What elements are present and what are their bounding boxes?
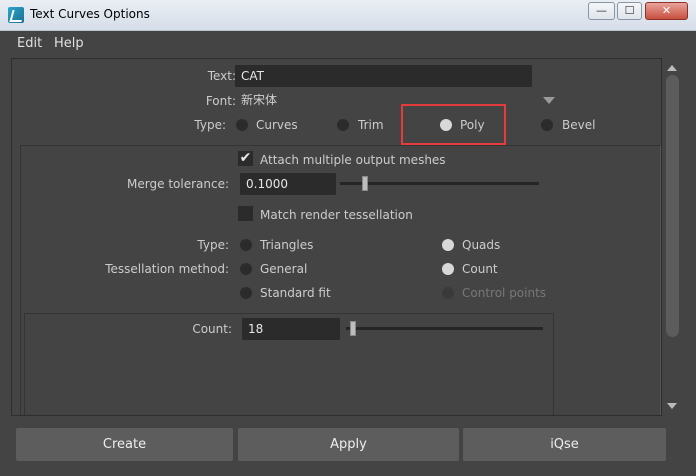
close-button[interactable]: iQse [463,428,666,461]
menu-edit[interactable]: Edit [17,36,42,51]
radio-trim-label: Trim [358,118,384,132]
attach-checkbox[interactable]: ✔ [238,151,253,166]
menu-help[interactable]: Help [54,36,84,51]
minimize-button[interactable]: — [588,2,615,20]
merge-tolerance-input[interactable]: 0.1000 [240,173,336,195]
radio-triangles[interactable] [240,239,252,251]
radio-general[interactable] [240,263,252,275]
radio-trim[interactable] [337,119,349,131]
window-title: Text Curves Options [30,7,150,21]
maximize-icon: ☐ [624,4,635,17]
title-bar: Text Curves Options — ☐ ✕ [0,0,696,31]
attach-label: Attach multiple output meshes [260,153,446,167]
menu-bar: Edit Help [0,31,696,55]
poly-type-label: Type: [197,238,229,252]
radio-standard-fit-label: Standard fit [260,286,331,300]
scroll-up-icon[interactable] [667,65,677,71]
options-panel: Text: CAT Font: 新宋体 Type: Curves Trim Po… [11,58,662,416]
count-label: Count: [192,322,232,336]
poly-highlight-box [401,104,506,145]
radio-standard-fit[interactable] [240,287,252,299]
scrollbar[interactable] [662,58,684,416]
create-button[interactable]: Create [16,428,233,461]
checkmark-icon: ✔ [239,150,252,166]
chevron-down-icon[interactable] [543,97,555,104]
radio-control-points-label: Control points [462,286,547,300]
radio-count-label: Count [462,262,498,276]
radio-triangles-label: Triangles [260,238,314,252]
scrollbar-thumb[interactable] [666,75,679,337]
close-icon: ✕ [661,4,672,17]
radio-control-points [442,287,454,299]
match-render-checkbox[interactable] [238,206,253,221]
text-input[interactable]: CAT [235,65,532,87]
close-window-button[interactable]: ✕ [645,2,688,20]
match-render-label: Match render tessellation [260,208,413,222]
count-slider-handle[interactable] [349,321,356,336]
maximize-button[interactable]: ☐ [617,2,642,20]
count-input[interactable]: 18 [242,318,340,340]
radio-quads-label: Quads [462,238,501,252]
merge-tolerance-slider-handle[interactable] [361,176,368,191]
count-slider[interactable] [346,327,543,330]
radio-bevel-label: Bevel [562,118,596,132]
merge-tolerance-label: Merge tolerance: [127,177,229,191]
radio-bevel[interactable] [541,119,553,131]
tessellation-method-label: Tessellation method: [105,262,229,276]
minimize-icon: — [596,4,607,17]
maya-app-icon [8,7,24,23]
apply-button[interactable]: Apply [238,428,459,461]
text-label: Text: [207,69,236,83]
radio-count[interactable] [442,263,454,275]
radio-curves-label: Curves [256,118,298,132]
radio-general-label: General [260,262,308,276]
font-label: Font: [205,94,236,108]
scroll-down-icon[interactable] [667,403,677,409]
type-label: Type: [194,118,226,132]
merge-tolerance-slider[interactable] [340,182,539,185]
radio-quads[interactable] [442,239,454,251]
watermark-logo: iQse [550,437,579,452]
radio-curves[interactable] [236,119,248,131]
